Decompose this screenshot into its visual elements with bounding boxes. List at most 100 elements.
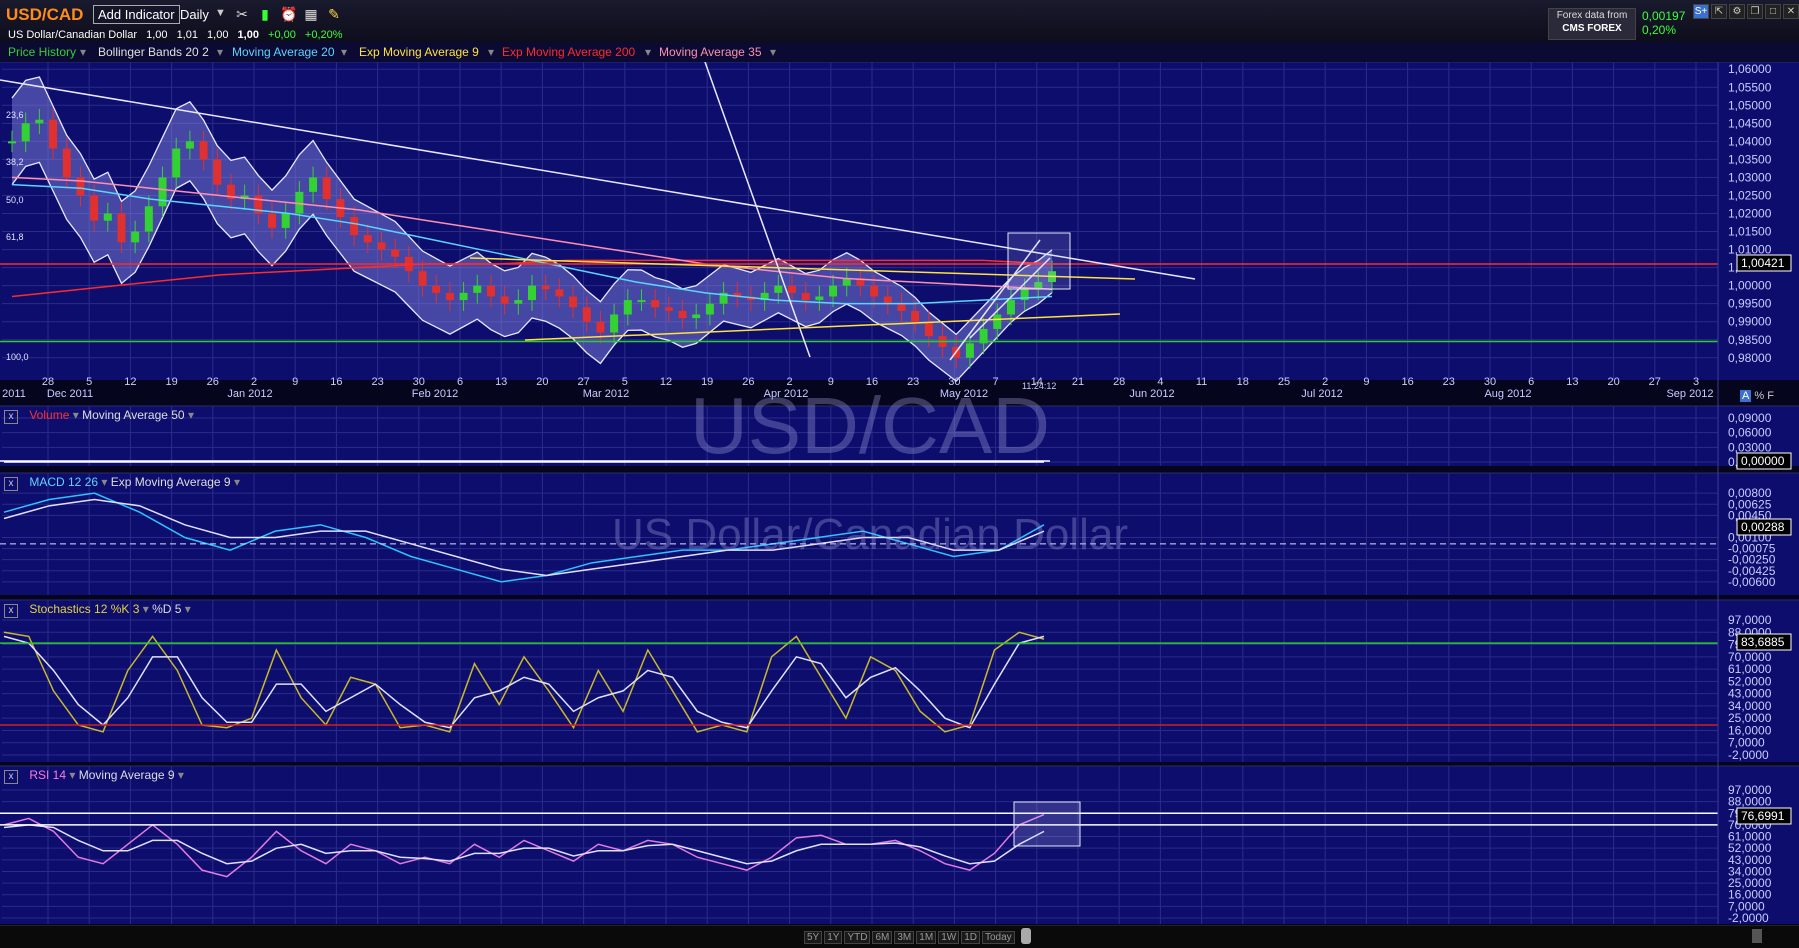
stoch-title[interactable]: Stochastics 12 %K 3 bbox=[29, 602, 139, 616]
x-tick-label: 28 bbox=[1113, 376, 1125, 388]
change-pct: +0,20% bbox=[304, 29, 343, 41]
legend-ma35[interactable]: Moving Average 35 bbox=[659, 45, 762, 59]
chevron-down-icon[interactable]: ▾ bbox=[69, 768, 78, 782]
chevron-down-icon[interactable]: ▾ bbox=[178, 768, 184, 782]
range-button-today[interactable]: Today bbox=[981, 931, 1015, 944]
x-month-label: Jul 2012 bbox=[1301, 388, 1343, 400]
x-tick-label: 23 bbox=[371, 376, 383, 388]
add-indicator-button[interactable]: Add Indicator bbox=[93, 5, 180, 24]
y-tick-label: 1,03500 bbox=[1728, 152, 1772, 166]
selection-box[interactable] bbox=[1013, 801, 1081, 847]
candle-body bbox=[678, 310, 687, 319]
rsi-title[interactable]: RSI 14 bbox=[29, 768, 66, 782]
chevron-down-icon[interactable]: ▾ bbox=[143, 602, 152, 616]
range-button-ytd[interactable]: YTD bbox=[844, 931, 871, 944]
last-value-label: 0,00000 bbox=[1741, 454, 1785, 468]
x-tick-label: 20 bbox=[536, 376, 548, 388]
chevron-down-icon[interactable]: ▾ bbox=[188, 408, 194, 422]
candle-body bbox=[500, 296, 509, 304]
close-icon[interactable]: x bbox=[4, 410, 18, 424]
x-tick-label: 2 bbox=[787, 376, 793, 388]
close-icon[interactable]: x bbox=[4, 604, 18, 618]
candle-body bbox=[473, 285, 482, 293]
fib-level-label: 23,6 bbox=[6, 110, 24, 120]
range-button-6m[interactable]: 6M bbox=[872, 931, 893, 944]
rsi-indicator[interactable]: Moving Average 9 bbox=[79, 768, 175, 782]
candle-body bbox=[268, 213, 276, 228]
chart-area[interactable]: 1,06000 1,05500 1,05000 1,04500 1,04000 1,035… bbox=[0, 62, 1799, 925]
fib-level-label: 100,0 bbox=[6, 352, 29, 362]
candle-body bbox=[788, 285, 796, 293]
axis-mode-auto[interactable]: A bbox=[1740, 390, 1752, 402]
detach-icon[interactable]: ⇱ bbox=[1711, 4, 1727, 19]
legend-price-history[interactable]: Price History bbox=[8, 45, 76, 59]
last-change-pct: 0,20% bbox=[1642, 23, 1677, 37]
chevron-down-icon[interactable]: ▾ bbox=[770, 45, 776, 59]
tools-icon[interactable]: ✂ bbox=[234, 6, 250, 22]
close-icon[interactable]: ✕ bbox=[1783, 4, 1799, 19]
macd-indicator[interactable]: Exp Moving Average 9 bbox=[111, 475, 231, 489]
x-tick-label: 13 bbox=[495, 376, 507, 388]
chevron-down-icon[interactable]: ▾ bbox=[185, 602, 191, 616]
range-button-1w[interactable]: 1W bbox=[938, 931, 960, 944]
timestamp-label: 11:24:12 bbox=[1022, 381, 1056, 391]
chevron-down-icon[interactable]: ▼ bbox=[215, 7, 226, 19]
stoch-indicator[interactable]: %D 5 bbox=[152, 602, 181, 616]
chevron-down-icon[interactable]: ▾ bbox=[234, 475, 240, 489]
x-tick-label: 26 bbox=[207, 376, 219, 388]
selection-box[interactable] bbox=[1007, 232, 1071, 290]
interval-select[interactable]: Daily bbox=[180, 7, 209, 22]
volume-title[interactable]: Volume bbox=[29, 408, 69, 422]
chevron-down-icon[interactable]: ▾ bbox=[73, 408, 82, 422]
macd-title[interactable]: MACD 12 26 bbox=[29, 475, 98, 489]
legend-ema9[interactable]: Exp Moving Average 9 bbox=[359, 45, 479, 59]
volume-indicator[interactable]: Moving Average 50 bbox=[82, 408, 185, 422]
candle-body bbox=[528, 285, 536, 301]
x-tick-label: 16 bbox=[1401, 376, 1413, 388]
x-tick-label: 5 bbox=[622, 376, 628, 388]
range-button-3m[interactable]: 3M bbox=[894, 931, 915, 944]
volume-panel-header: x Volume ▾ Moving Average 50 ▾ bbox=[0, 408, 194, 424]
legend-bollinger[interactable]: Bollinger Bands 20 2 bbox=[98, 45, 209, 59]
range-button-1y[interactable]: 1Y bbox=[824, 931, 843, 944]
x-tick-label: 18 bbox=[1237, 376, 1249, 388]
calculator-icon[interactable]: ▦ bbox=[303, 6, 319, 22]
legend-ma20[interactable]: Moving Average 20 bbox=[232, 45, 335, 59]
settings-icon[interactable]: ⚙ bbox=[1729, 4, 1745, 19]
scroll-end-handle[interactable] bbox=[1752, 929, 1762, 943]
axis-mode-toggle[interactable]: A % F bbox=[1740, 390, 1774, 402]
x-tick-label: 28 bbox=[42, 376, 54, 388]
chevron-down-icon[interactable]: ▾ bbox=[645, 45, 651, 59]
note-icon[interactable]: ✎ bbox=[326, 6, 342, 22]
x-month-label: 2011 bbox=[2, 388, 26, 400]
chevron-down-icon[interactable]: ▾ bbox=[488, 45, 494, 59]
axis-mode-percent[interactable]: % bbox=[1754, 390, 1764, 402]
candle-body bbox=[363, 235, 372, 243]
candle-body bbox=[829, 285, 838, 297]
chevron-down-icon[interactable]: ▾ bbox=[217, 45, 223, 59]
candle-body bbox=[610, 314, 619, 333]
chevron-down-icon[interactable]: ▾ bbox=[341, 45, 347, 59]
symbol-title[interactable]: USD/CAD bbox=[6, 5, 83, 25]
provider-badge[interactable]: Forex data from CMS FOREX bbox=[1548, 8, 1636, 40]
candle-body bbox=[90, 195, 99, 221]
chevron-down-icon[interactable]: ▾ bbox=[101, 475, 110, 489]
close-icon[interactable]: x bbox=[4, 770, 18, 784]
candle-body bbox=[541, 285, 550, 290]
close-icon[interactable]: x bbox=[4, 477, 18, 491]
candle-body bbox=[555, 289, 564, 297]
chevron-down-icon[interactable]: ▾ bbox=[80, 45, 86, 59]
candle-body bbox=[705, 303, 714, 315]
share-icon[interactable]: S+ bbox=[1693, 4, 1709, 19]
range-button-5y[interactable]: 5Y bbox=[804, 931, 823, 944]
alarm-icon[interactable]: ⏰ bbox=[280, 6, 297, 22]
x-month-label: Jan 2012 bbox=[227, 388, 272, 400]
scroll-handle[interactable] bbox=[1021, 928, 1031, 944]
legend-ema200[interactable]: Exp Moving Average 200 bbox=[502, 45, 635, 59]
chart-type-icon[interactable]: ▮ bbox=[257, 6, 273, 22]
range-button-1m[interactable]: 1M bbox=[916, 931, 937, 944]
range-button-1d[interactable]: 1D bbox=[961, 931, 980, 944]
restore-icon[interactable]: ❐ bbox=[1747, 4, 1763, 19]
maximize-icon[interactable]: □ bbox=[1765, 4, 1781, 19]
axis-mode-fixed[interactable]: F bbox=[1767, 390, 1774, 402]
